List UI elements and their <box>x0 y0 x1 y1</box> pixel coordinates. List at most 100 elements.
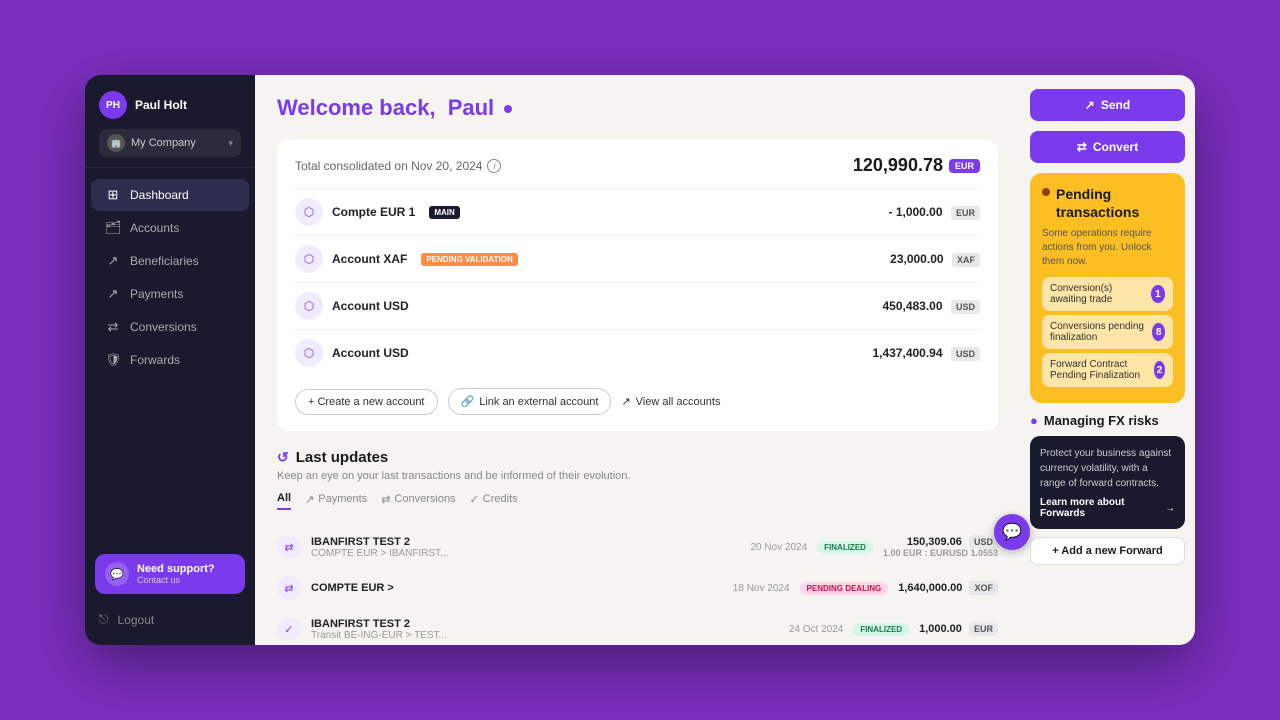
tx-info-1: COMPTE EUR > <box>311 582 723 594</box>
logout-button[interactable]: ⎋ Logout <box>85 604 255 635</box>
transaction-row: ✓ IBANFIRST TEST 2 Transit BE-ING-EUR > … <box>277 609 998 645</box>
pending-item-0[interactable]: Conversion(s) awaiting trade 1 <box>1042 277 1173 311</box>
total-amount: 120,990.78 EUR <box>853 155 980 176</box>
account-currency-3: USD <box>951 347 980 361</box>
account-amount-0: - 1,000.00 <box>888 205 942 219</box>
transaction-row: ⇄ IBANFIRST TEST 2 COMPTE EUR > IBANFIRS… <box>277 527 998 568</box>
user-name: Paul Holt <box>135 98 187 112</box>
company-icon: 🏢 <box>107 134 125 152</box>
username-text: Paul <box>448 95 494 120</box>
chevron-down-icon: ▾ <box>228 138 233 149</box>
sidebar-label-beneficiaries: Beneficiaries <box>130 254 199 268</box>
tx-badge-2: FINALIZED <box>853 623 909 636</box>
total-label: Total consolidated on Nov 20, 2024 i <box>295 159 501 173</box>
account-currency-1: XAF <box>952 253 980 267</box>
beneficiaries-icon: ↗ <box>105 253 121 269</box>
sidebar-label-conversions: Conversions <box>130 320 197 334</box>
total-row: Total consolidated on Nov 20, 2024 i 120… <box>295 155 980 176</box>
tx-date-0: 20 Nov 2024 <box>750 542 807 553</box>
support-box[interactable]: 💬 Need support? Contact us <box>95 554 245 594</box>
info-icon[interactable]: i <box>487 159 501 173</box>
avatar: PH <box>99 91 127 119</box>
link-account-button[interactable]: 🔗 Link an external account <box>448 388 612 415</box>
payments-tab-icon: ↗ <box>305 493 314 506</box>
pending-item-2[interactable]: Forward Contract Pending Finalization 2 <box>1042 353 1173 387</box>
tx-info-2: IBANFIRST TEST 2 Transit BE-ING-EUR > TE… <box>311 618 779 641</box>
tx-icon-1: ⇄ <box>277 576 301 600</box>
accounts-icon: 🗂 <box>105 220 121 236</box>
logout-icon: ⎋ <box>99 612 109 627</box>
sidebar-item-conversions[interactable]: ⇄ Conversions <box>91 311 249 343</box>
account-icon-2: ⬡ <box>295 292 323 320</box>
pending-description: Some operations require actions from you… <box>1042 227 1173 269</box>
last-updates-title: ↺ Last updates <box>277 449 998 466</box>
logout-label: Logout <box>118 613 155 627</box>
send-button[interactable]: ↗ Send <box>1030 89 1185 121</box>
tab-payments[interactable]: ↗ Payments <box>305 492 367 510</box>
sidebar-label-payments: Payments <box>130 287 183 301</box>
account-amount-2: 450,483.00 <box>882 299 942 313</box>
tx-amount-0: 150,309.06 USD 1.00 EUR : EURUSD 1.0553 <box>883 536 998 558</box>
chat-icon: 💬 <box>1002 522 1022 542</box>
account-icon-1: ⬡ <box>295 245 323 273</box>
accounts-card: Total consolidated on Nov 20, 2024 i 120… <box>277 139 998 431</box>
sidebar-item-forwards[interactable]: 🛡 Forwards <box>91 344 249 376</box>
create-account-button[interactable]: + Create a new account <box>295 389 438 415</box>
fx-icon: ● <box>1030 413 1038 428</box>
fx-section-title: ● Managing FX risks <box>1030 413 1185 428</box>
sidebar-label-accounts: Accounts <box>130 221 179 235</box>
welcome-header: Welcome back, Paul <box>277 95 998 121</box>
sidebar-label-dashboard: Dashboard <box>130 188 189 202</box>
tab-conversions[interactable]: ⇄ Conversions <box>381 492 455 510</box>
convert-icon: ⇄ <box>1077 140 1087 154</box>
payments-icon: ↗ <box>105 286 121 302</box>
sidebar-item-accounts[interactable]: 🗂 Accounts <box>91 212 249 244</box>
view-all-button[interactable]: ↗ View all accounts <box>621 395 720 408</box>
tabs-row: All ↗ Payments ⇄ Conversions ✓ Credits <box>277 492 998 517</box>
pending-item-1[interactable]: Conversions pending finalization 8 <box>1042 315 1173 349</box>
tx-amount-2: 1,000.00 EUR <box>919 623 998 635</box>
account-icon-0: ⬡ <box>295 198 323 226</box>
tx-date-2: 24 Oct 2024 <box>789 624 843 635</box>
account-badge-0: MAIN <box>429 206 459 219</box>
tab-credits[interactable]: ✓ Credits <box>470 492 518 510</box>
account-name-1: Account XAF <box>332 252 407 266</box>
total-amount-value: 120,990.78 <box>853 155 943 176</box>
tx-amount-1: 1,640,000.00 XOF <box>898 582 998 594</box>
add-forward-button[interactable]: + Add a new Forward <box>1030 537 1185 565</box>
fx-card-text: Protect your business against currency v… <box>1040 446 1175 491</box>
account-name-2: Account USD <box>332 299 409 313</box>
expand-icon: ↗ <box>621 395 630 408</box>
right-panel: ↗ Send ⇄ Convert Pending transactions So… <box>1020 75 1195 645</box>
account-currency-0: EUR <box>951 206 980 220</box>
last-updates-subtitle: Keep an eye on your last transactions an… <box>277 470 998 482</box>
user-row: PH Paul Holt <box>99 91 241 119</box>
account-amount-3: 1,437,400.94 <box>872 346 942 360</box>
account-row: ⬡ Compte EUR 1 MAIN - 1,000.00 EUR <box>295 188 980 235</box>
credits-tab-icon: ✓ <box>470 493 479 506</box>
sidebar-item-dashboard[interactable]: ⊞ Dashboard <box>91 179 249 211</box>
conversions-tab-icon: ⇄ <box>381 493 390 506</box>
tx-icon-2: ✓ <box>277 617 301 641</box>
fx-card: Protect your business against currency v… <box>1030 436 1185 529</box>
tx-icon-0: ⇄ <box>277 535 301 559</box>
notification-dot <box>504 105 512 113</box>
sidebar-item-beneficiaries[interactable]: ↗ Beneficiaries <box>91 245 249 277</box>
account-row: ⬡ Account USD 450,483.00 USD <box>295 282 980 329</box>
account-name-3: Account USD <box>332 346 409 360</box>
tab-all[interactable]: All <box>277 492 291 510</box>
chat-button[interactable]: 💬 <box>994 514 1030 550</box>
link-icon: 🔗 <box>461 395 475 408</box>
last-updates-section: ↺ Last updates Keep an eye on your last … <box>277 449 998 645</box>
pending-title: Pending transactions <box>1056 185 1173 221</box>
sidebar-item-payments[interactable]: ↗ Payments <box>91 278 249 310</box>
fx-learn-more[interactable]: Learn more about Forwards → <box>1040 497 1175 519</box>
account-badge-1: PENDING VALIDATION <box>421 253 517 266</box>
account-name-0: Compte EUR 1 <box>332 205 415 219</box>
tx-info-0: IBANFIRST TEST 2 COMPTE EUR > IBANFIRST.… <box>311 536 740 559</box>
company-selector[interactable]: 🏢 My Company ▾ <box>99 129 241 157</box>
company-name: My Company <box>131 137 222 149</box>
pending-header: Pending transactions <box>1042 185 1173 221</box>
convert-button[interactable]: ⇄ Convert <box>1030 131 1185 163</box>
account-row: ⬡ Account USD 1,437,400.94 USD <box>295 329 980 376</box>
